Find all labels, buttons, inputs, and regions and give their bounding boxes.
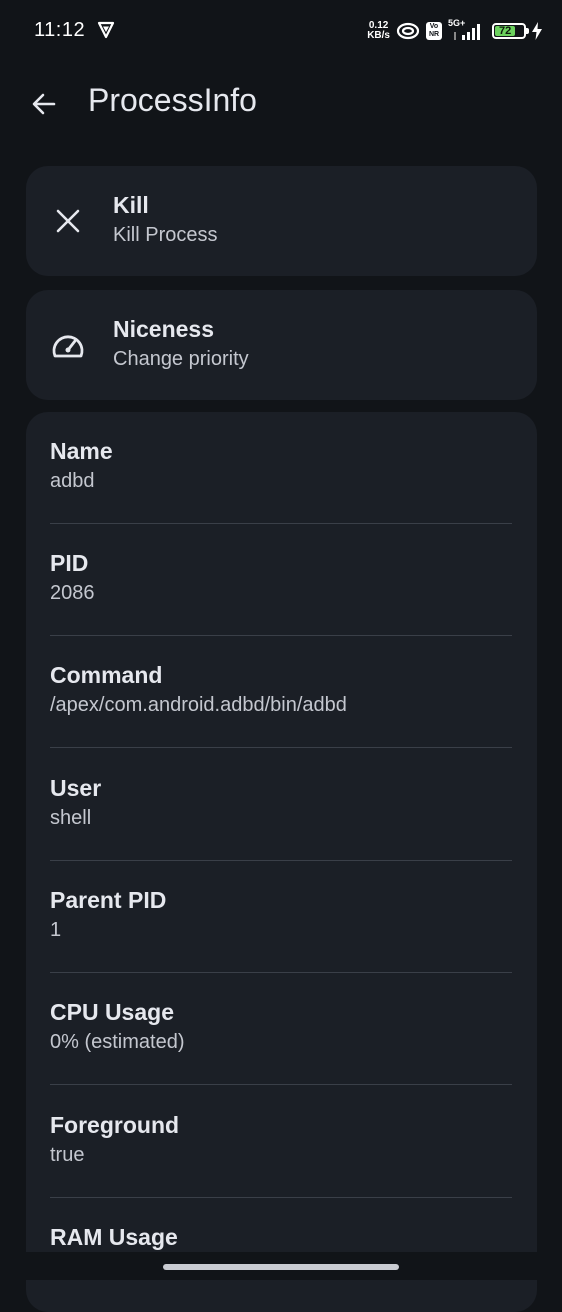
info-value: 2086 (50, 582, 95, 604)
info-label: User (50, 775, 102, 801)
speedometer-icon (50, 327, 86, 363)
info-label: CPU Usage (50, 999, 174, 1025)
signal-strength-icon: 5G+ (448, 18, 486, 42)
info-label: Foreground (50, 1112, 180, 1138)
process-info-list: Name adbd PID 2086 Command /apex/com.and… (26, 412, 537, 1312)
info-value: adbd (50, 470, 95, 492)
info-label: Parent PID (50, 887, 167, 913)
battery-tip (526, 28, 529, 34)
arrow-back-icon (32, 93, 56, 115)
info-label: Name (50, 438, 113, 464)
info-value: true (50, 1144, 85, 1166)
kill-process-button[interactable]: Kill Kill Process (26, 166, 537, 276)
info-row-user: User shell (50, 749, 512, 861)
page-title: ProcessInfo (88, 82, 257, 118)
change-priority-button[interactable]: Niceness Change priority (26, 290, 537, 400)
charging-icon (532, 22, 542, 40)
info-label: Command (50, 662, 163, 688)
close-icon (50, 203, 86, 239)
kill-title: Kill (113, 192, 149, 218)
info-value: shell (50, 807, 92, 829)
app-bar: ProcessInfo (0, 62, 562, 146)
info-value: /apex/com.android.adbd/bin/adbd (50, 694, 347, 716)
kill-subtitle: Kill Process (113, 224, 218, 246)
network-speed-unit: KB/s (367, 30, 390, 41)
network-speed: 0.12 KB/s (367, 21, 390, 41)
status-time: 11:12 (34, 19, 86, 41)
info-row-cpu-usage: CPU Usage 0% (estimated) (50, 973, 512, 1085)
back-button[interactable] (24, 84, 64, 124)
info-row-pid: PID 2086 (50, 524, 512, 636)
info-row-parent-pid: Parent PID 1 (50, 861, 512, 973)
info-label: RAM Usage (50, 1224, 178, 1250)
volte-nr-icon: Vo NR (426, 22, 442, 40)
info-label: PID (50, 550, 89, 576)
vpn-shield-icon (97, 21, 115, 39)
status-bar: 11:12 0.12 KB/s Vo NR 5G+ 72 (0, 0, 562, 62)
battery-level: 72 (495, 26, 516, 37)
info-row-foreground: Foreground true (50, 1086, 512, 1198)
gesture-navigation-handle[interactable] (163, 1264, 399, 1270)
info-row-command: Command /apex/com.android.adbd/bin/adbd (50, 636, 512, 748)
info-row-name: Name adbd (50, 412, 512, 524)
hotspot-link-icon (396, 22, 420, 40)
niceness-subtitle: Change priority (113, 348, 249, 370)
battery-icon: 72 (492, 23, 529, 39)
niceness-title: Niceness (113, 316, 215, 342)
info-value: 1 (50, 919, 62, 941)
divider (50, 747, 512, 748)
divider (50, 1084, 512, 1085)
info-value: 0% (estimated) (50, 1031, 185, 1053)
